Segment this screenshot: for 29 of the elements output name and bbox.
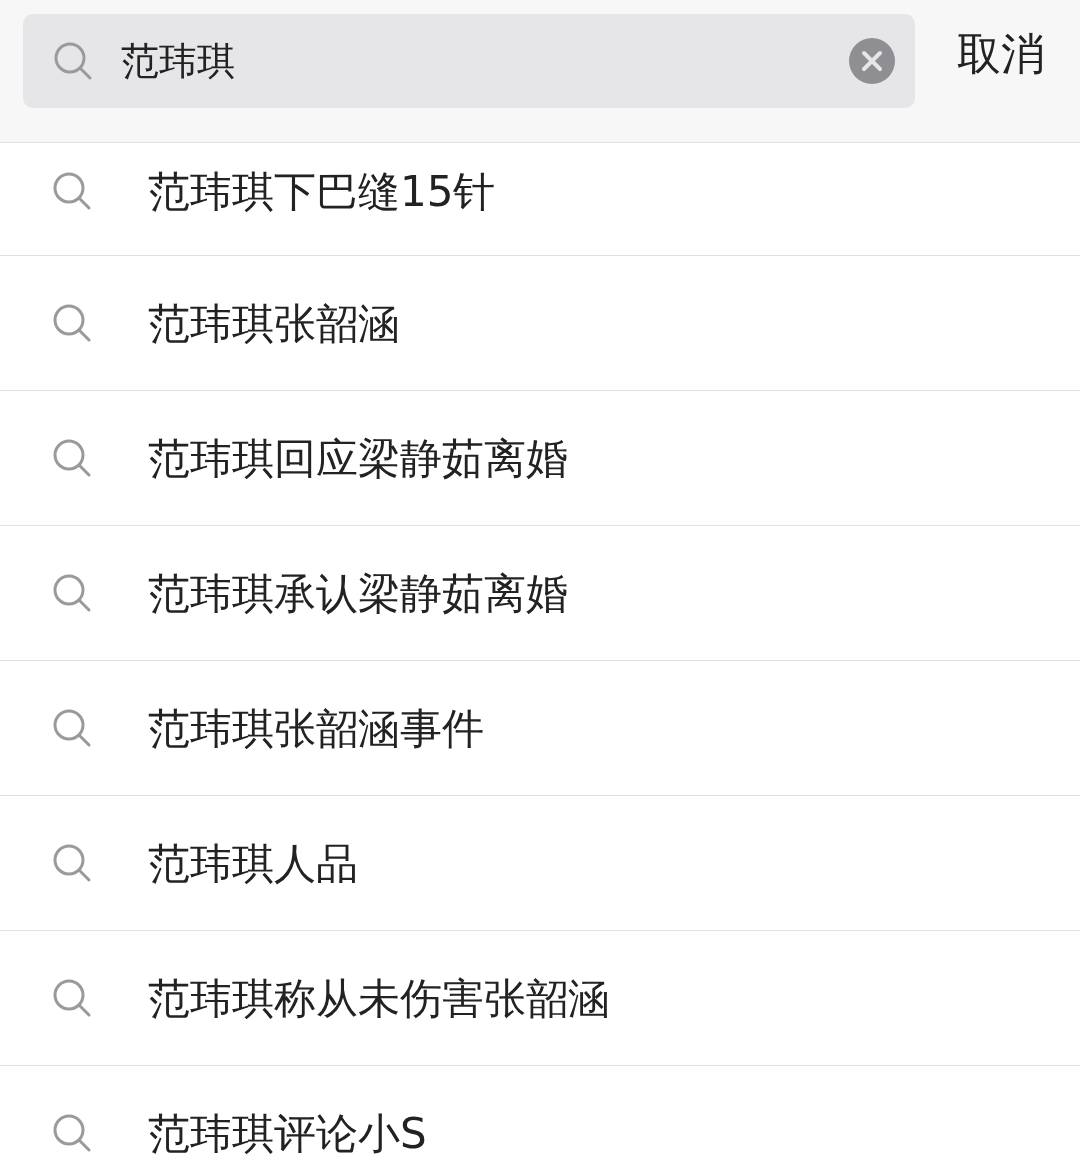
suggestion-item[interactable]: 范玮琪回应梁静茹离婚: [0, 391, 1080, 526]
search-icon: [52, 708, 92, 748]
search-icon: [52, 573, 92, 613]
suggestion-text: 范玮琪人品: [148, 837, 358, 890]
search-icon: [53, 41, 93, 81]
cancel-button[interactable]: 取消: [957, 32, 1045, 76]
suggestion-item[interactable]: 范玮琪评论小S: [0, 1066, 1080, 1161]
search-icon: [52, 978, 92, 1018]
suggestion-item[interactable]: 范玮琪张韶涵事件: [0, 661, 1080, 796]
suggestion-text: 范玮琪评论小S: [148, 1107, 427, 1160]
search-icon: [52, 438, 92, 478]
suggestion-text: 范玮琪下巴缝15针: [148, 165, 496, 218]
suggestion-text: 范玮琪称从未伤害张韶涵: [148, 972, 610, 1025]
search-icon: [52, 843, 92, 883]
clear-icon[interactable]: [849, 38, 895, 84]
suggestion-text: 范玮琪回应梁静茹离婚: [148, 432, 568, 485]
suggestion-item[interactable]: 范玮琪下巴缝15针: [0, 143, 1080, 256]
suggestion-item[interactable]: 范玮琪人品: [0, 796, 1080, 931]
search-field[interactable]: 范玮琪: [23, 14, 915, 108]
suggestion-item[interactable]: 范玮琪承认梁静茹离婚: [0, 526, 1080, 661]
search-icon: [52, 1113, 92, 1153]
search-icon: [52, 171, 92, 211]
suggestion-text: 范玮琪承认梁静茹离婚: [148, 567, 568, 620]
suggestion-item[interactable]: 范玮琪张韶涵: [0, 256, 1080, 391]
search-query: 范玮琪: [121, 37, 236, 85]
search-icon: [52, 303, 92, 343]
suggestion-text: 范玮琪张韶涵: [148, 297, 400, 350]
suggestion-text: 范玮琪张韶涵事件: [148, 702, 484, 755]
suggestion-item[interactable]: 范玮琪称从未伤害张韶涵: [0, 931, 1080, 1066]
